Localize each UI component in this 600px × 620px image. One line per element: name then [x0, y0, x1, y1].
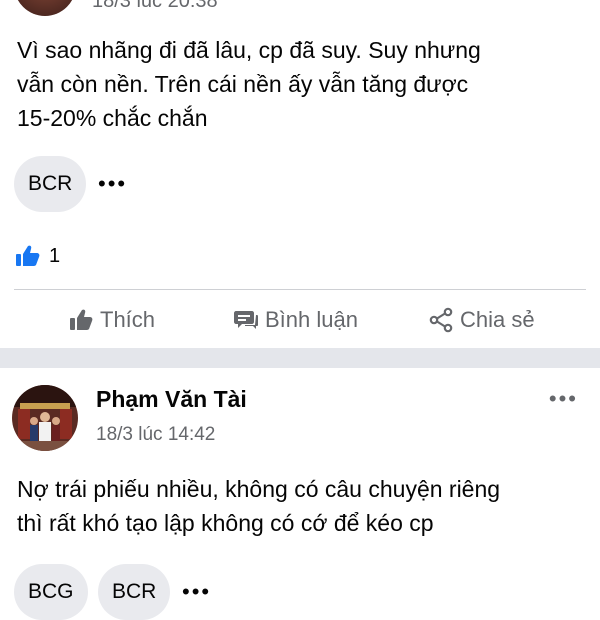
- comment-icon: [234, 311, 258, 329]
- post-author[interactable]: Phạm Văn Tài: [96, 386, 247, 413]
- tag-chip-bcg[interactable]: BCG: [14, 564, 88, 620]
- post-card: 18/3 lúc 20:38 Vì sao nhãng đi đã lâu, c…: [0, 0, 600, 348]
- share-label: Chia sẻ: [460, 307, 535, 332]
- comment-button[interactable]: Bình luận: [233, 303, 358, 337]
- more-icon[interactable]: •••: [549, 386, 578, 412]
- tags-more-button[interactable]: •••: [98, 171, 127, 197]
- thumbs-up-icon: [16, 245, 40, 266]
- avatar[interactable]: [14, 0, 76, 16]
- tag-chip-bcr[interactable]: BCR: [98, 564, 171, 620]
- comment-label: Bình luận: [265, 307, 358, 332]
- post-card: Phạm Văn Tài 18/3 lúc 14:42 ••• Nợ trái …: [0, 368, 600, 620]
- like-label: Thích: [100, 307, 156, 332]
- avatar[interactable]: [12, 385, 78, 451]
- like-button[interactable]: Thích: [68, 303, 155, 337]
- post-timestamp[interactable]: 18/3 lúc 20:38: [92, 0, 218, 13]
- share-button[interactable]: Chia sẻ: [428, 303, 535, 337]
- avatar-photo: [12, 385, 78, 451]
- post-text: Vì sao nhãng đi đã lâu, cp đã suy. Suy n…: [17, 37, 481, 131]
- post-separator: [0, 348, 600, 368]
- action-divider: [14, 289, 586, 290]
- tag-chip-bcr[interactable]: BCR: [14, 156, 87, 212]
- post-timestamp[interactable]: 18/3 lúc 14:42: [96, 424, 215, 446]
- post-text: Nợ trái phiếu nhiều, không có câu chuyện…: [17, 476, 501, 536]
- tags-more-button[interactable]: •••: [182, 579, 211, 605]
- share-icon: [429, 307, 453, 333]
- reaction-count: 1: [49, 245, 61, 267]
- thumbs-up-icon: [70, 309, 93, 330]
